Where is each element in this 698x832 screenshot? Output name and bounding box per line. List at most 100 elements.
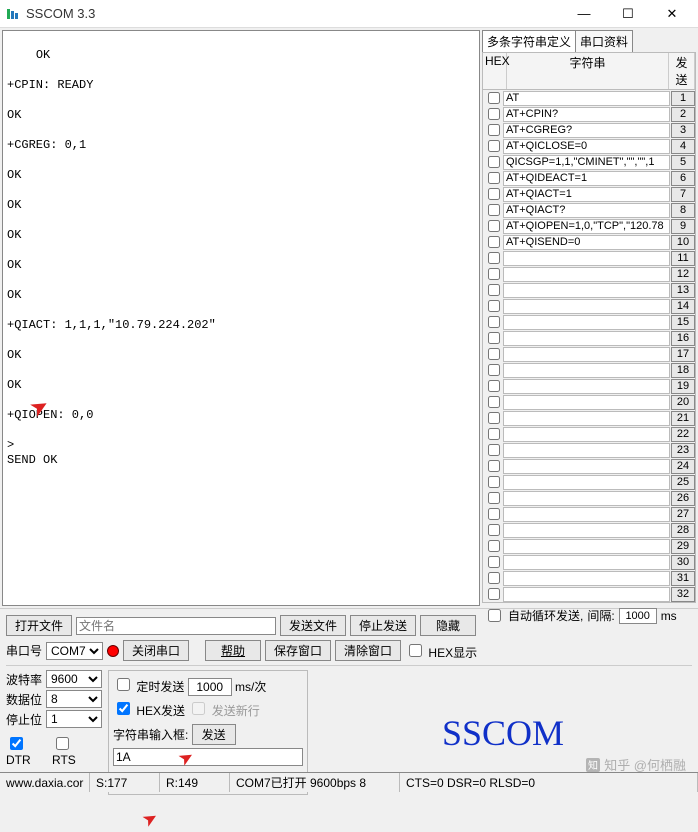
row-string-input[interactable]	[503, 379, 670, 394]
interval-input[interactable]	[619, 608, 657, 624]
row-send-button[interactable]: 24	[671, 459, 695, 474]
row-send-button[interactable]: 26	[671, 491, 695, 506]
send-file-button[interactable]: 发送文件	[280, 615, 346, 636]
row-string-input[interactable]	[503, 395, 670, 410]
hide-button[interactable]: 隐藏	[420, 615, 476, 636]
hex-show-checkbox[interactable]	[409, 644, 422, 657]
hex-send-wrap[interactable]: HEX发送	[113, 704, 185, 718]
help-button[interactable]: 帮助	[205, 640, 261, 661]
row-send-button[interactable]: 19	[671, 379, 695, 394]
row-string-input[interactable]	[503, 363, 670, 378]
row-string-input[interactable]: AT+CGREG?	[503, 123, 670, 138]
row-string-input[interactable]: AT+QISEND=0	[503, 235, 670, 250]
row-string-input[interactable]	[503, 587, 670, 602]
row-hex-checkbox[interactable]	[488, 508, 500, 520]
tab-multistring[interactable]: 多条字符串定义	[482, 30, 576, 52]
row-send-button[interactable]: 4	[671, 139, 695, 154]
filename-input[interactable]	[76, 617, 276, 635]
row-string-input[interactable]: AT+QICLOSE=0	[503, 139, 670, 154]
console-output[interactable]: OK +CPIN: READY OK +CGREG: 0,1 OK OK OK …	[2, 30, 480, 606]
row-send-button[interactable]: 32	[671, 587, 695, 602]
row-hex-checkbox[interactable]	[488, 124, 500, 136]
open-file-button[interactable]: 打开文件	[6, 615, 72, 636]
stop-send-button[interactable]: 停止发送	[350, 615, 416, 636]
row-hex-checkbox[interactable]	[488, 220, 500, 232]
row-send-button[interactable]: 7	[671, 187, 695, 202]
row-hex-checkbox[interactable]	[488, 188, 500, 200]
databits-select[interactable]: 8	[46, 690, 102, 708]
row-string-input[interactable]: AT+QIACT?	[503, 203, 670, 218]
row-string-input[interactable]	[503, 571, 670, 586]
row-string-input[interactable]	[503, 475, 670, 490]
row-string-input[interactable]	[503, 539, 670, 554]
row-string-input[interactable]	[503, 267, 670, 282]
row-string-input[interactable]	[503, 491, 670, 506]
port-select[interactable]: COM7	[46, 642, 103, 660]
row-hex-checkbox[interactable]	[488, 412, 500, 424]
dtr-checkbox[interactable]	[10, 737, 23, 750]
row-string-input[interactable]: AT+QIACT=1	[503, 187, 670, 202]
row-send-button[interactable]: 30	[671, 555, 695, 570]
row-send-button[interactable]: 17	[671, 347, 695, 362]
row-hex-checkbox[interactable]	[488, 524, 500, 536]
row-hex-checkbox[interactable]	[488, 556, 500, 568]
row-hex-checkbox[interactable]	[488, 236, 500, 248]
row-send-button[interactable]: 12	[671, 267, 695, 282]
row-hex-checkbox[interactable]	[488, 156, 500, 168]
row-string-input[interactable]	[503, 283, 670, 298]
row-send-button[interactable]: 8	[671, 203, 695, 218]
baud-select[interactable]: 9600	[46, 670, 102, 688]
row-string-input[interactable]: AT+QIOPEN=1,0,"TCP","120.78	[503, 219, 670, 234]
row-string-input[interactable]	[503, 347, 670, 362]
row-string-input[interactable]	[503, 251, 670, 266]
row-string-input[interactable]	[503, 459, 670, 474]
row-send-button[interactable]: 10	[671, 235, 695, 250]
row-string-input[interactable]	[503, 427, 670, 442]
row-hex-checkbox[interactable]	[488, 108, 500, 120]
row-send-button[interactable]: 15	[671, 315, 695, 330]
close-button[interactable]: ✕	[650, 0, 694, 28]
row-hex-checkbox[interactable]	[488, 428, 500, 440]
row-string-input[interactable]	[503, 331, 670, 346]
save-window-button[interactable]: 保存窗口	[265, 640, 331, 661]
close-port-button[interactable]: 关闭串口	[123, 640, 189, 661]
auto-loop-checkbox[interactable]	[488, 609, 501, 622]
row-hex-checkbox[interactable]	[488, 444, 500, 456]
row-hex-checkbox[interactable]	[488, 476, 500, 488]
row-send-button[interactable]: 25	[671, 475, 695, 490]
row-string-input[interactable]: AT+CPIN?	[503, 107, 670, 122]
tab-serial-info[interactable]: 串口资料	[575, 30, 633, 52]
row-send-button[interactable]: 14	[671, 299, 695, 314]
row-send-button[interactable]: 22	[671, 427, 695, 442]
row-string-input[interactable]	[503, 443, 670, 458]
row-string-input[interactable]	[503, 523, 670, 538]
row-hex-checkbox[interactable]	[488, 140, 500, 152]
row-hex-checkbox[interactable]	[488, 300, 500, 312]
row-hex-checkbox[interactable]	[488, 172, 500, 184]
row-hex-checkbox[interactable]	[488, 380, 500, 392]
row-hex-checkbox[interactable]	[488, 540, 500, 552]
row-hex-checkbox[interactable]	[488, 396, 500, 408]
row-hex-checkbox[interactable]	[488, 460, 500, 472]
row-send-button[interactable]: 27	[671, 507, 695, 522]
row-string-input[interactable]: AT+QIDEACT=1	[503, 171, 670, 186]
row-send-button[interactable]: 20	[671, 395, 695, 410]
row-send-button[interactable]: 1	[671, 91, 695, 106]
row-hex-checkbox[interactable]	[488, 252, 500, 264]
stopbits-select[interactable]: 1	[46, 710, 102, 728]
hex-send-checkbox[interactable]	[117, 702, 130, 715]
row-send-button[interactable]: 31	[671, 571, 695, 586]
row-hex-checkbox[interactable]	[488, 588, 500, 600]
row-send-button[interactable]: 28	[671, 523, 695, 538]
row-hex-checkbox[interactable]	[488, 268, 500, 280]
row-hex-checkbox[interactable]	[488, 364, 500, 376]
rts-checkbox[interactable]	[56, 737, 69, 750]
row-string-input[interactable]	[503, 315, 670, 330]
row-send-button[interactable]: 23	[671, 443, 695, 458]
row-string-input[interactable]: AT	[503, 91, 670, 106]
rts-wrap[interactable]: RTS	[52, 734, 90, 767]
row-string-input[interactable]: QICSGP=1,1,"CMINET","","",1	[503, 155, 670, 170]
row-hex-checkbox[interactable]	[488, 348, 500, 360]
row-send-button[interactable]: 3	[671, 123, 695, 138]
row-send-button[interactable]: 9	[671, 219, 695, 234]
